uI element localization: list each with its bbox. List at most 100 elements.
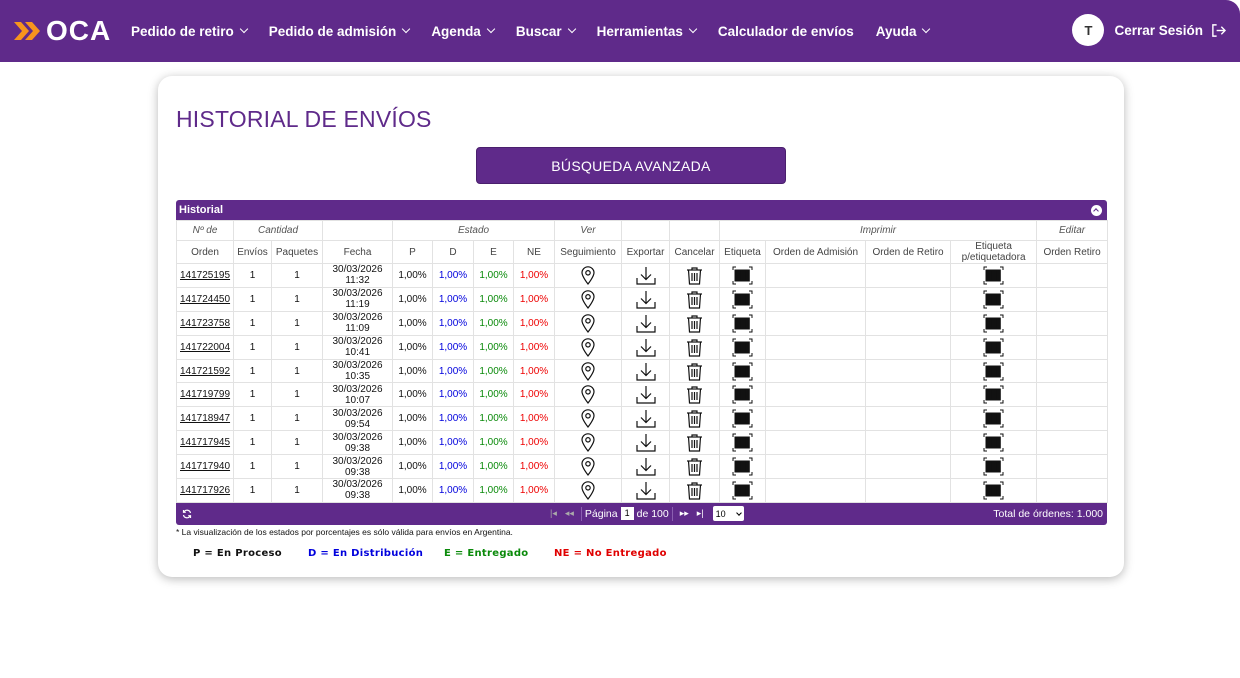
download-icon[interactable] — [635, 362, 656, 381]
trash-icon[interactable] — [686, 457, 703, 476]
download-icon[interactable] — [635, 290, 656, 309]
barcode-icon[interactable] — [983, 457, 1004, 476]
nav-item[interactable]: Calculador de envíos — [718, 24, 854, 39]
order-link[interactable]: 141717940 — [180, 461, 230, 472]
download-icon[interactable] — [635, 481, 656, 500]
page-number-input[interactable]: 1 — [620, 507, 634, 521]
barcode-icon[interactable] — [732, 266, 753, 285]
barcode-icon[interactable] — [983, 433, 1004, 452]
barcode-icon[interactable] — [983, 266, 1004, 285]
trash-icon[interactable] — [686, 314, 703, 333]
admission-order-cell — [765, 263, 867, 288]
download-icon[interactable] — [635, 409, 656, 428]
order-link[interactable]: 141718947 — [180, 413, 230, 424]
status-ne-cell: 1,00% — [512, 382, 556, 408]
location-pin-icon[interactable] — [581, 385, 595, 405]
barcode-icon[interactable] — [732, 362, 753, 381]
pickup-order-cell — [865, 358, 952, 384]
column-header: Envíos — [233, 240, 272, 264]
page-size-select[interactable]: 10 — [712, 506, 744, 522]
fecha-date: 30/03/2026 — [332, 312, 383, 324]
barcode-icon[interactable] — [732, 433, 753, 452]
last-page-icon[interactable]: ▸| — [697, 508, 704, 519]
status-ne-cell: 1,00% — [512, 334, 556, 360]
barcode-icon[interactable] — [983, 290, 1004, 309]
logout-icon[interactable] — [1211, 23, 1226, 38]
order-link[interactable]: 141724450 — [180, 294, 230, 305]
nav-item[interactable]: Agenda — [431, 24, 496, 39]
order-link[interactable]: 141722004 — [180, 342, 230, 353]
status-e-cell: 1,00% — [473, 382, 514, 408]
download-icon[interactable] — [635, 338, 656, 357]
trash-icon[interactable] — [686, 362, 703, 381]
order-link[interactable]: 141721592 — [180, 366, 230, 377]
next-page-icon[interactable]: ▸▸ — [680, 508, 689, 519]
logout-button[interactable]: Cerrar Sesión — [1114, 23, 1203, 38]
barcode-icon[interactable] — [983, 409, 1004, 428]
status-e-cell: 1,00% — [473, 454, 514, 480]
trash-icon[interactable] — [686, 290, 703, 309]
order-link[interactable]: 141719799 — [180, 389, 230, 400]
nav-item[interactable]: Herramientas — [597, 24, 698, 39]
download-icon[interactable] — [635, 385, 656, 404]
barcode-icon[interactable] — [732, 290, 753, 309]
collapse-icon[interactable] — [1091, 204, 1102, 216]
barcode-icon[interactable] — [983, 385, 1004, 404]
nav-item[interactable]: Buscar — [516, 24, 576, 39]
barcode-icon[interactable] — [732, 481, 753, 500]
location-pin-icon[interactable] — [581, 361, 595, 381]
location-pin-icon[interactable] — [581, 433, 595, 453]
first-page-icon[interactable]: |◂ — [550, 508, 557, 519]
barcode-icon[interactable] — [732, 409, 753, 428]
fecha-cell: 30/03/2026 11:32 — [322, 263, 393, 288]
barcode-icon[interactable] — [983, 481, 1004, 500]
location-pin-icon[interactable] — [581, 290, 595, 309]
barcode-icon[interactable] — [732, 314, 753, 333]
order-link[interactable]: 141725195 — [180, 270, 230, 281]
export-cell — [621, 286, 671, 312]
location-pin-icon[interactable] — [581, 266, 595, 285]
refresh-icon[interactable] — [182, 509, 192, 519]
barcode-icon[interactable] — [983, 314, 1004, 333]
trash-icon[interactable] — [686, 409, 703, 428]
order-link[interactable]: 141717945 — [180, 437, 230, 448]
barcode-icon[interactable] — [732, 457, 753, 476]
location-pin-icon[interactable] — [581, 313, 595, 333]
trash-icon[interactable] — [686, 385, 703, 404]
column-header: Exportar — [621, 240, 671, 264]
barcode-icon[interactable] — [732, 385, 753, 404]
oca-logo[interactable]: OCA — [14, 15, 111, 46]
label-cell — [719, 310, 767, 336]
avatar[interactable]: T — [1072, 14, 1105, 46]
nav-item[interactable]: Pedido de admisión — [269, 24, 411, 39]
labeler-label-cell — [950, 334, 1038, 360]
download-icon[interactable] — [635, 314, 656, 333]
nav-item[interactable]: Ayuda — [876, 24, 931, 39]
location-pin-icon[interactable] — [581, 337, 595, 357]
download-icon[interactable] — [635, 457, 656, 476]
admission-order-cell — [765, 478, 867, 503]
barcode-icon[interactable] — [983, 362, 1004, 381]
order-link[interactable]: 141717926 — [180, 485, 230, 496]
barcode-icon[interactable] — [732, 338, 753, 357]
download-icon[interactable] — [635, 433, 656, 452]
location-pin-icon[interactable] — [581, 457, 595, 477]
column-header: E — [473, 240, 514, 264]
cancel-cell — [669, 334, 721, 360]
order-link[interactable]: 141723758 — [180, 318, 230, 329]
barcode-icon[interactable] — [983, 338, 1004, 357]
advanced-search-button[interactable]: BÚSQUEDA AVANZADA — [476, 147, 786, 184]
envios-cell: 1 — [233, 286, 272, 312]
prev-page-icon[interactable]: ◂◂ — [565, 508, 574, 519]
trash-icon[interactable] — [686, 266, 703, 285]
location-pin-icon[interactable] — [581, 481, 595, 500]
trash-icon[interactable] — [686, 433, 703, 452]
status-p-cell: 1,00% — [392, 382, 433, 408]
trash-icon[interactable] — [686, 481, 703, 500]
download-icon[interactable] — [635, 266, 656, 285]
page-title: HISTORIAL DE ENVÍOS — [176, 106, 432, 132]
location-pin-icon[interactable] — [581, 409, 595, 429]
admission-order-cell — [765, 382, 867, 408]
trash-icon[interactable] — [686, 338, 703, 357]
nav-item[interactable]: Pedido de retiro — [131, 24, 249, 39]
